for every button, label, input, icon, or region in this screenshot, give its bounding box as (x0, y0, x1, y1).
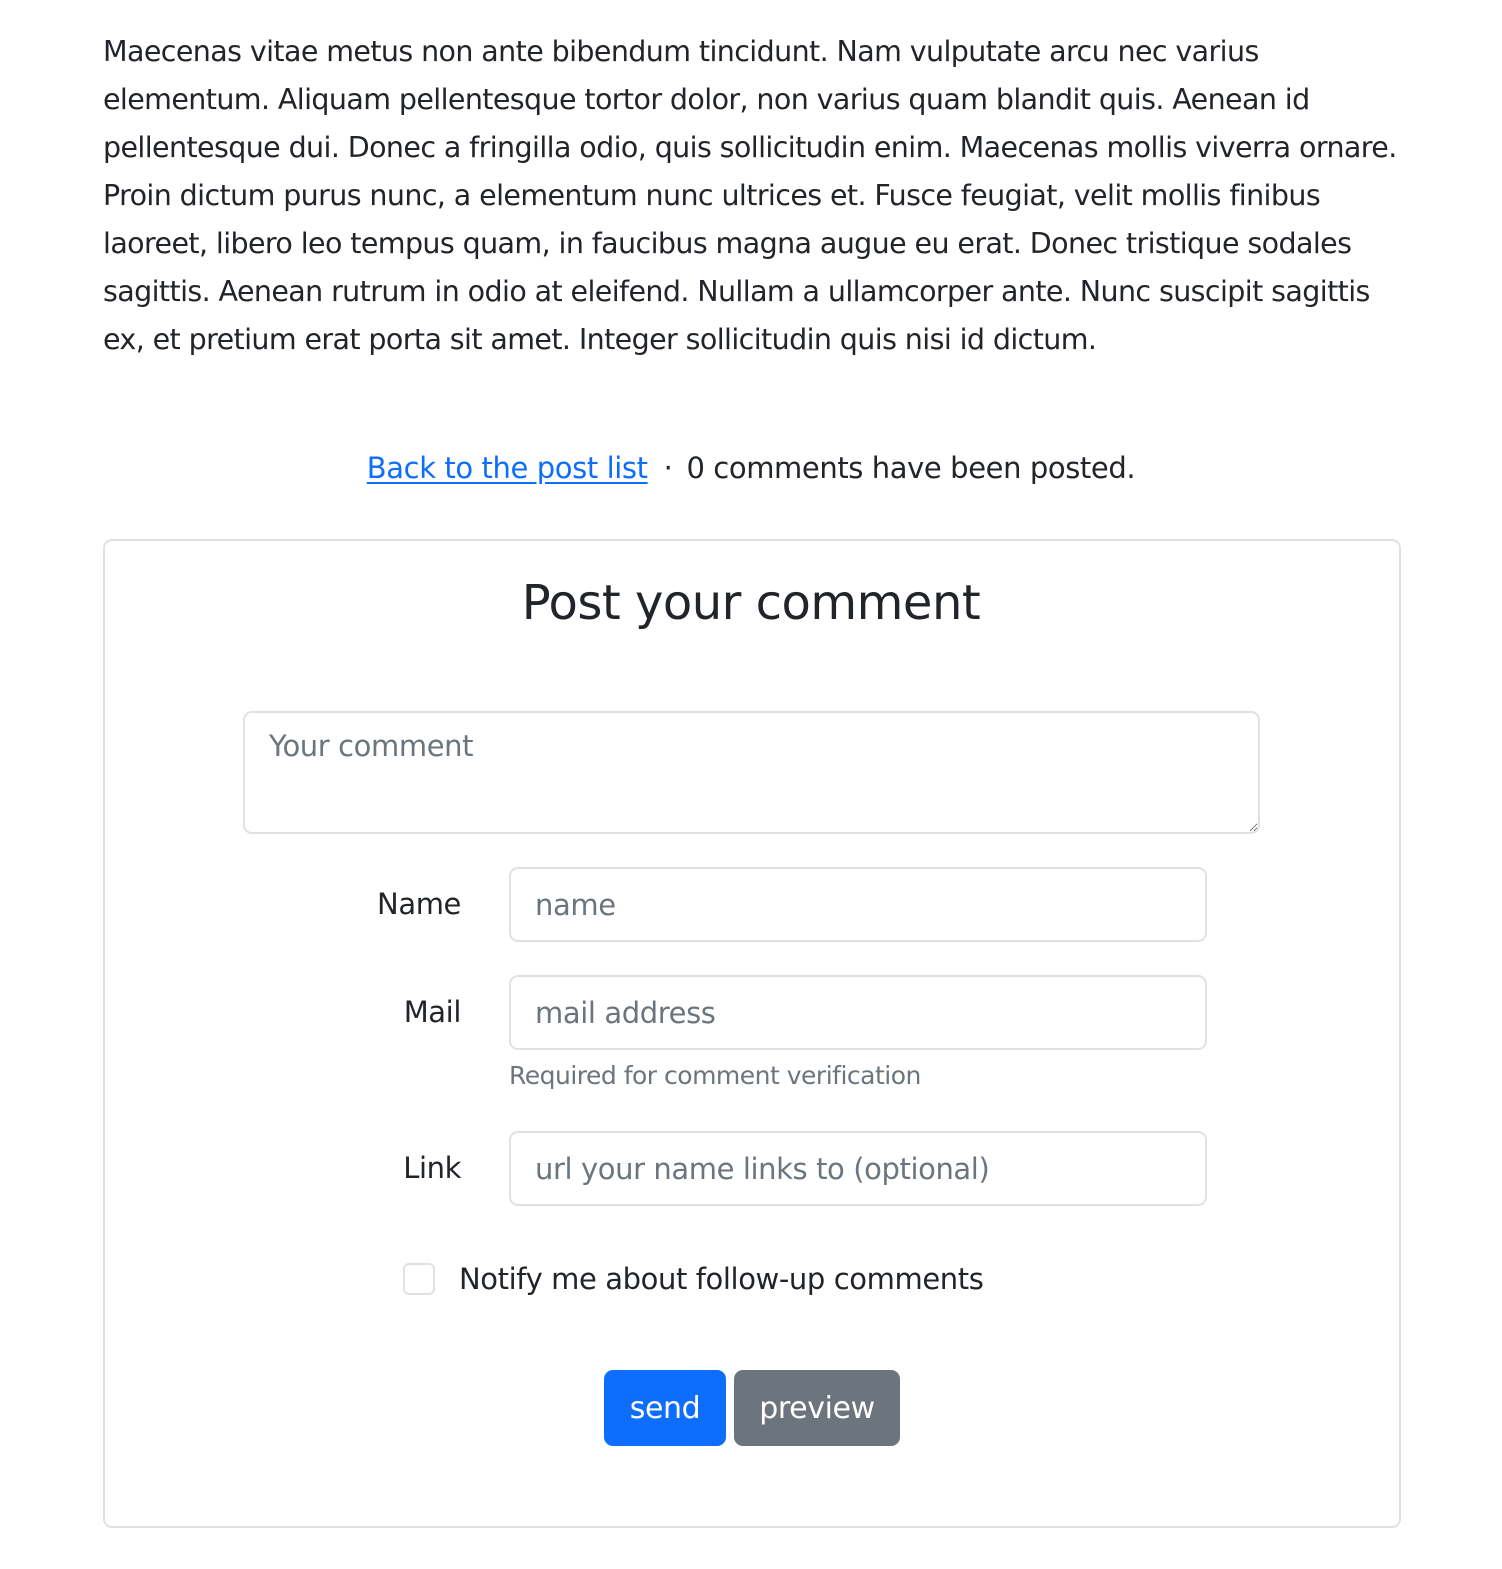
preview-button[interactable]: preview (734, 1370, 900, 1446)
comment-form-title: Post your comment (521, 575, 981, 631)
mail-label: Mail (403, 995, 462, 1029)
article-body: Maecenas vitae metus non ante bibendum t… (103, 35, 1397, 356)
mail-input[interactable] (509, 975, 1207, 1050)
page: Maecenas vitae metus non ante bibendum t… (0, 0, 1502, 1569)
send-button[interactable]: send (604, 1370, 726, 1446)
comment-count: 0 comments have been posted. (686, 451, 1136, 485)
link-input[interactable] (509, 1131, 1207, 1206)
notify-checkbox[interactable] (403, 1263, 435, 1295)
back-to-post-list-link[interactable]: Back to the post list (367, 451, 648, 485)
meta-separator: · (663, 451, 673, 485)
name-label: Name (377, 887, 461, 921)
notify-checkbox-label[interactable]: Notify me about follow-up comments (459, 1259, 984, 1299)
name-input[interactable] (509, 867, 1207, 942)
link-label: Link (403, 1151, 461, 1185)
mail-help-text: Required for comment verification (509, 1061, 921, 1090)
post-meta-line: Back to the post list · 0 comments have be… (0, 444, 1502, 492)
comment-textarea[interactable] (243, 711, 1260, 834)
